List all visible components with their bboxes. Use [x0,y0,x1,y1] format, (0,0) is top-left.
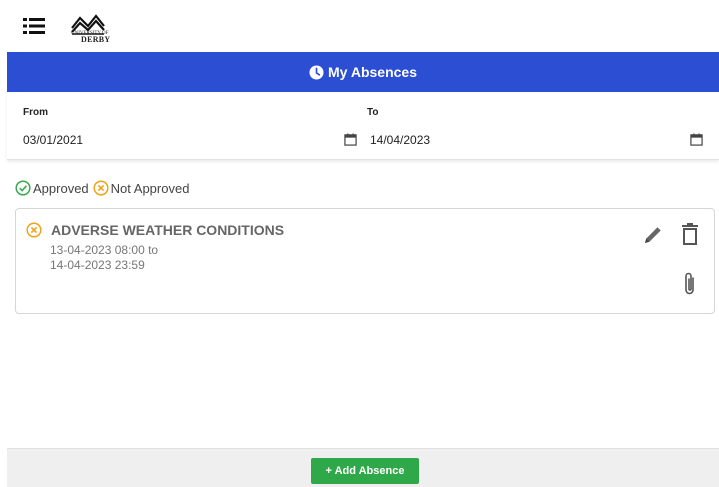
logo-name: DERBY [81,35,111,44]
status-legend: Approved Not Approved [15,180,193,196]
to-label: To [367,107,379,118]
from-calendar-icon[interactable] [344,133,357,146]
absence-start: 13-04-2023 08:00 to [50,243,159,257]
from-label: From [23,107,48,118]
approved-check-icon [15,180,31,196]
page-title: My Absences [328,64,417,80]
to-calendar-icon[interactable] [690,133,703,146]
trash-delete-icon[interactable] [681,223,699,245]
to-date-field[interactable]: 14/04/2023 [370,133,430,147]
paperclip-attach-icon[interactable] [681,271,699,297]
list-menu-icon[interactable] [23,17,45,35]
add-absence-button[interactable]: + Add Absence [311,458,419,484]
date-range-panel: From 03/01/2021 To 14/04/2023 [7,92,719,160]
absence-card[interactable]: ADVERSE WEATHER CONDITIONS 13-04-2023 08… [15,208,715,314]
absence-end: 14-04-2023 23:59 [50,258,145,272]
page-header: My Absences [7,52,719,92]
not-approved-status-icon [26,222,42,238]
left-edge [0,92,7,486]
legend-approved-label: Approved [33,180,89,196]
clock-icon [309,64,324,80]
top-bar: UNIVERSITY OF DERBY [0,0,719,52]
pencil-edit-icon[interactable] [642,224,664,246]
absence-title: ADVERSE WEATHER CONDITIONS [51,222,285,238]
legend-approved: Approved [15,180,89,196]
footer-bar: + Add Absence [7,448,719,487]
legend-not-approved: Not Approved [93,180,190,196]
from-date-field[interactable]: 03/01/2021 [23,133,83,147]
legend-not-approved-label: Not Approved [110,180,190,196]
not-approved-x-icon [93,180,109,196]
